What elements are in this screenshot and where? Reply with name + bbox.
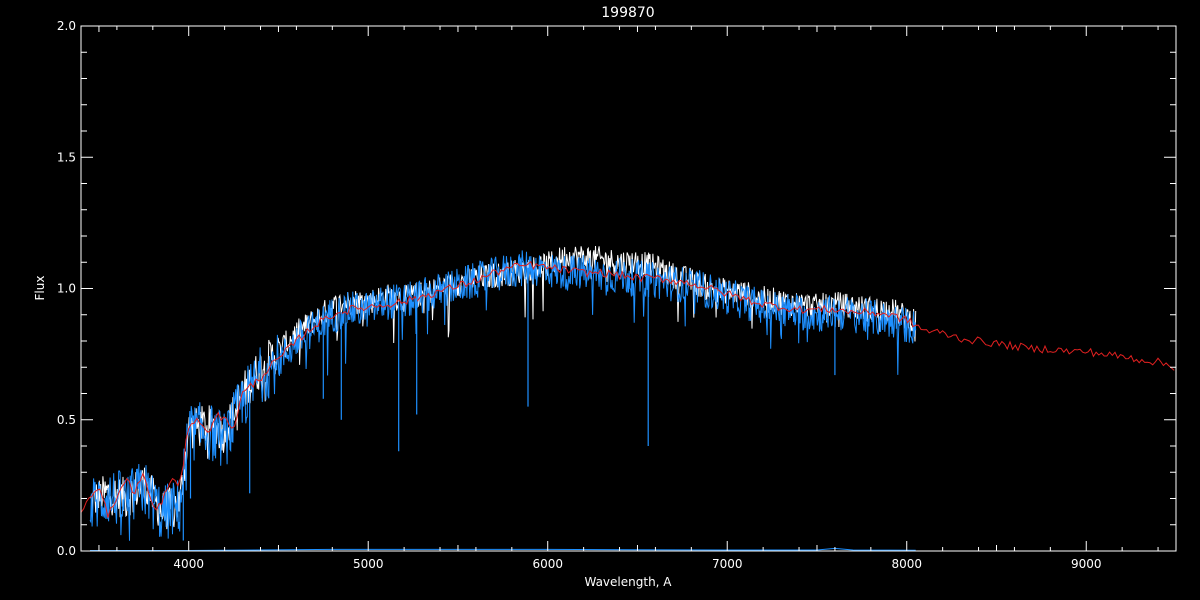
x-axis-label: Wavelength, A bbox=[584, 575, 672, 589]
x-tick-label: 9000 bbox=[1071, 557, 1102, 571]
y-tick-label: 2.0 bbox=[57, 19, 76, 33]
y-tick-label: 0.0 bbox=[57, 544, 76, 558]
chart-title: 199870 bbox=[601, 5, 654, 21]
y-tick-label: 1.5 bbox=[57, 150, 76, 164]
y-tick-label: 0.5 bbox=[57, 413, 76, 427]
y-axis-label: Flux bbox=[33, 276, 47, 301]
x-tick-label: 6000 bbox=[532, 557, 563, 571]
y-tick-label: 1.0 bbox=[57, 282, 76, 296]
x-tick-label: 5000 bbox=[353, 557, 384, 571]
x-tick-label: 7000 bbox=[712, 557, 743, 571]
spectrum-chart: 199870 4000 5000 6000 7000 8000 9000 0.0 0.5 1.0… bbox=[0, 0, 1200, 600]
x-tick-label: 8000 bbox=[891, 557, 922, 571]
x-tick-label: 4000 bbox=[173, 557, 204, 571]
